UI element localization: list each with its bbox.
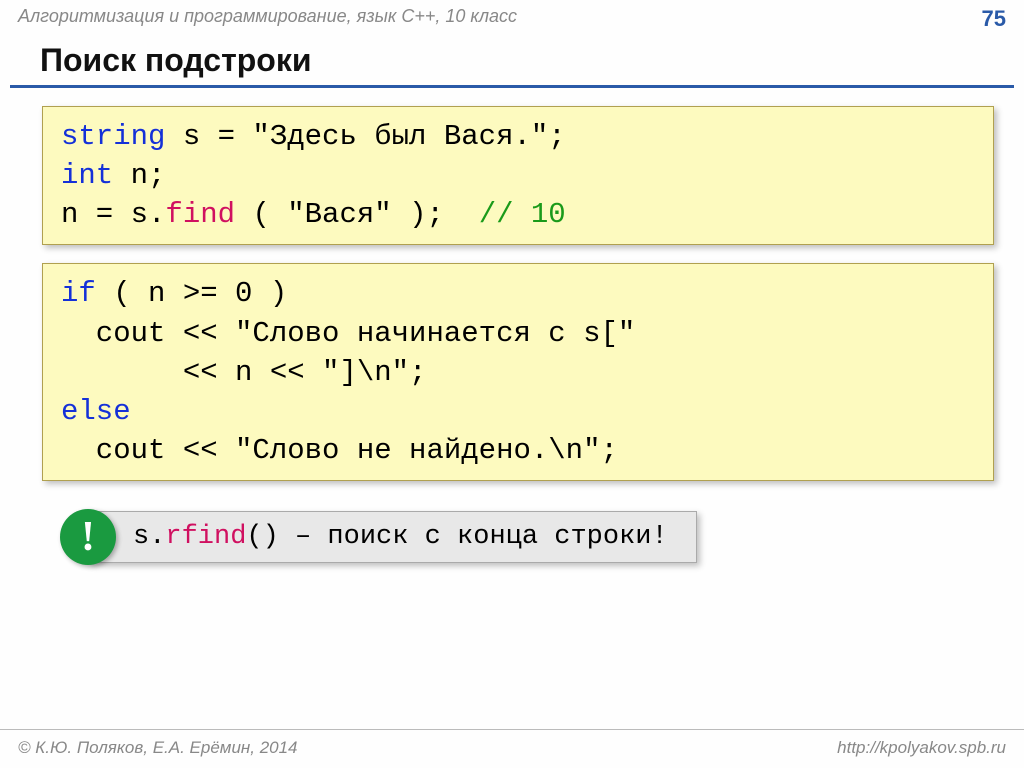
exclaim-icon: ! <box>60 509 116 565</box>
function-rfind: rfind <box>165 522 246 552</box>
footer-url: http://kpolyakov.spb.ru <box>837 738 1006 758</box>
header-bar: Алгоритмизация и программирование, язык … <box>0 0 1024 36</box>
page-title: Поиск подстроки <box>10 36 1014 88</box>
course-label: Алгоритмизация и программирование, язык … <box>18 6 517 27</box>
keyword-int: int <box>61 159 113 192</box>
note-box: s.rfind() – поиск с конца строки! <box>88 511 697 563</box>
function-find: find <box>165 198 235 231</box>
code-text: n = s. <box>61 198 165 231</box>
code-text: ( n >= 0 ) <box>96 277 287 310</box>
keyword-string: string <box>61 120 165 153</box>
copyright-label: © К.Ю. Поляков, Е.А. Ерёмин, 2014 <box>18 738 298 758</box>
keyword-if: if <box>61 277 96 310</box>
keyword-else: else <box>61 395 131 428</box>
note-pre: s. <box>133 522 165 552</box>
code-text: cout << "Слово начинается с s[" <box>61 317 635 350</box>
code-block-1: string s = "Здесь был Вася."; int n; n =… <box>42 106 994 245</box>
note-row: ! s.rfind() – поиск с конца строки! <box>60 509 1024 565</box>
code-text: s = "Здесь был Вася."; <box>165 120 565 153</box>
code-text: cout << "Слово не найдено.\n"; <box>61 434 618 467</box>
footer-bar: © К.Ю. Поляков, Е.А. Ерёмин, 2014 http:/… <box>0 729 1024 768</box>
page-number: 75 <box>982 6 1006 32</box>
note-post: () – поиск с конца строки! <box>246 522 667 552</box>
code-text: << n << "]\n"; <box>61 356 426 389</box>
code-block-2: if ( n >= 0 ) cout << "Слово начинается … <box>42 263 994 481</box>
code-text: n; <box>113 159 165 192</box>
code-text: ( "Вася" ); <box>235 198 479 231</box>
code-comment: // 10 <box>479 198 566 231</box>
